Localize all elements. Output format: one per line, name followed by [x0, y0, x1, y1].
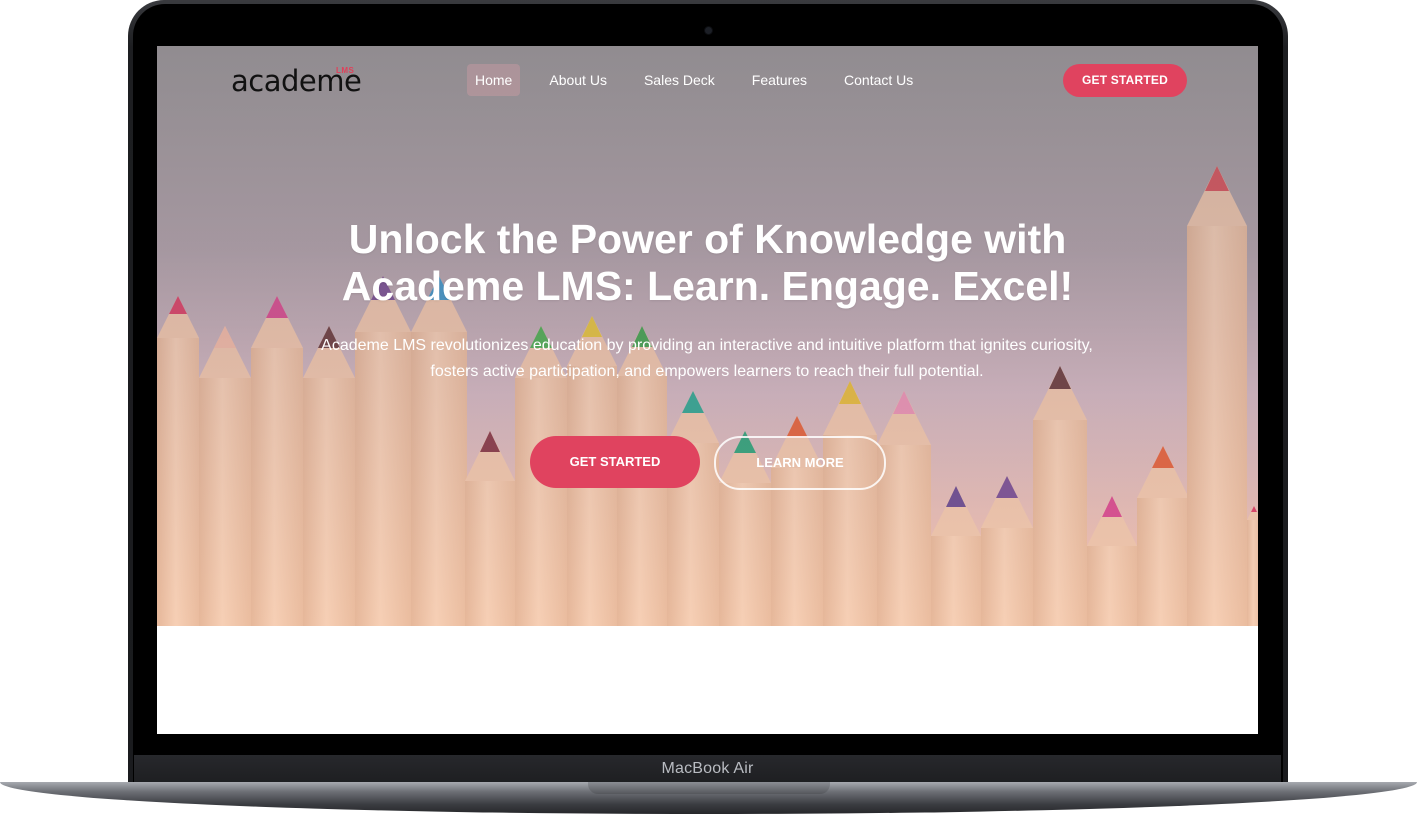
nav-item-home[interactable]: Home [467, 64, 521, 96]
nav-item-sales-deck[interactable]: Sales Deck [636, 64, 723, 96]
main-navigation: Home About Us Sales Deck Features Contac… [467, 64, 942, 96]
hero-headline: Unlock the Power of Knowledge with Acade… [157, 216, 1258, 310]
hero-headline-line-1: Unlock the Power of Knowledge with [348, 216, 1067, 262]
hero-get-started-button[interactable]: GET STARTED [530, 436, 700, 488]
nav-item-contact-us[interactable]: Contact Us [836, 64, 921, 96]
hero-headline-line-2: Academe LMS: Learn. Engage. Excel! [341, 263, 1074, 309]
laptop-chin: MacBook Air [134, 755, 1281, 782]
nav-get-started-button[interactable]: GET STARTED [1063, 64, 1187, 97]
laptop-screen: academe LMS Home About Us Sales Deck Fea… [157, 46, 1258, 734]
hero-learn-more-button[interactable]: LEARN MORE [714, 436, 886, 490]
logo-badge: LMS [336, 66, 355, 75]
site-logo[interactable]: academe LMS [231, 64, 362, 104]
hero-subtext: Academe LMS revolutionizes education by … [247, 333, 1167, 385]
laptop-hinge-notch [588, 782, 830, 794]
nav-item-features[interactable]: Features [744, 64, 815, 96]
hero-subtext-line-1: Academe LMS revolutionizes education by … [321, 337, 1093, 354]
nav-item-about-us[interactable]: About Us [541, 64, 615, 96]
hero-section: academe LMS Home About Us Sales Deck Fea… [157, 46, 1258, 626]
hero-subtext-line-2: fosters active participation, and empowe… [430, 363, 984, 380]
device-label: MacBook Air [661, 760, 754, 777]
camera-icon [705, 27, 712, 34]
